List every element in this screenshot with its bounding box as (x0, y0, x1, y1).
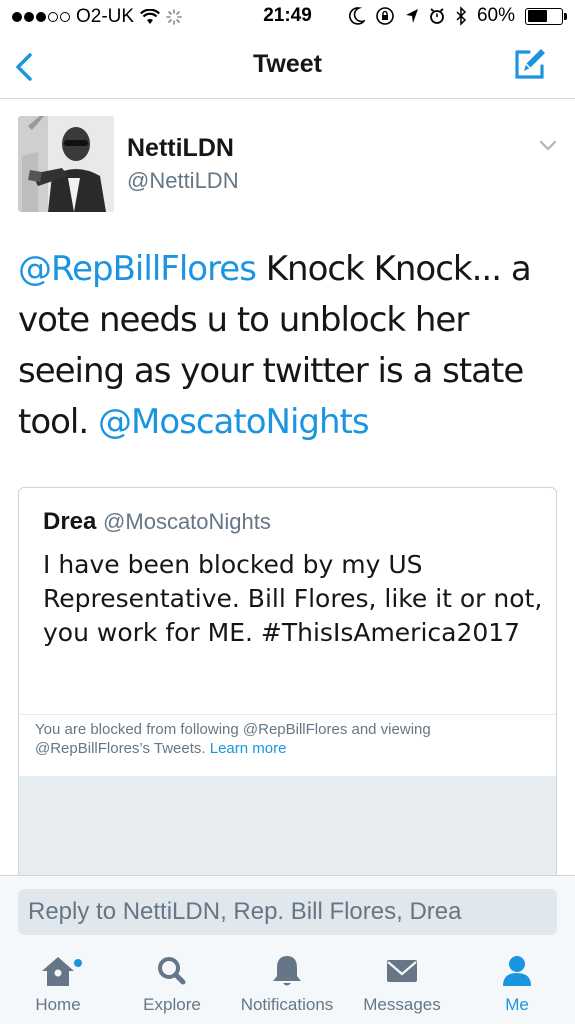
mention-link[interactable]: @RepBillFlores (18, 249, 257, 289)
tab-explore[interactable]: Explore (117, 953, 227, 1015)
compose-icon[interactable] (513, 46, 547, 82)
search-icon (158, 957, 186, 985)
rotation-lock-icon (376, 7, 394, 25)
blocked-notice: You are blocked from following @RepBillF… (35, 720, 545, 758)
tab-messages[interactable]: Messages (347, 953, 457, 1015)
alarm-icon (430, 8, 444, 24)
reply-input[interactable]: Reply to NettiLDN, Rep. Bill Flores, Dre… (18, 889, 557, 935)
quoted-tweet-card[interactable]: Drea @MoscatoNights I have been blocked … (18, 487, 557, 880)
tab-label: Explore (143, 995, 201, 1014)
quoted-tweet-text: I have been blocked by my US Representat… (43, 550, 543, 647)
quoted-author-handle: @MoscatoNights (103, 509, 271, 534)
tab-notifications[interactable]: Notifications (232, 953, 342, 1015)
avatar-image (18, 116, 114, 212)
tab-label: Notifications (240, 995, 334, 1014)
reply-bar: Reply to NettiLDN, Rep. Bill Flores, Dre… (0, 875, 575, 945)
person-icon (503, 956, 531, 986)
tab-label: Home (35, 995, 81, 1014)
battery-fill (527, 10, 547, 22)
tab-home[interactable]: Home (3, 953, 113, 1015)
page-title: Tweet (253, 50, 322, 78)
nav-bar: Tweet (0, 36, 575, 99)
bell-icon (273, 956, 301, 986)
author-display-name[interactable]: NettiLDN (127, 134, 234, 163)
bluetooth-icon (456, 6, 467, 26)
learn-more-link[interactable]: Learn more (210, 740, 287, 757)
tab-label: Messages (363, 995, 441, 1014)
home-icon (42, 957, 74, 986)
quoted-tweet-header: Drea @MoscatoNights (43, 508, 271, 536)
envelope-icon (387, 960, 417, 982)
battery-icon (525, 7, 567, 25)
quoted-media-placeholder (19, 776, 556, 879)
status-bar: O2-UK 21:49 60% (0, 0, 575, 36)
tweet-text: @RepBillFlores Knock Knock... a vote nee… (18, 244, 563, 448)
moon-icon (349, 7, 365, 25)
tab-me[interactable]: Me (462, 953, 572, 1015)
author-handle[interactable]: @NettiLDN (127, 168, 239, 194)
location-arrow-icon (405, 9, 418, 23)
quoted-divider (19, 714, 556, 715)
tab-label: Me (505, 995, 529, 1014)
battery-percent: 60% (476, 5, 515, 26)
mention-link[interactable]: @MoscatoNights (98, 402, 370, 442)
status-right: 60% (349, 5, 567, 27)
quoted-author-name: Drea (43, 508, 97, 535)
avatar[interactable] (18, 116, 114, 212)
new-content-dot (74, 959, 82, 967)
tab-bar: Home Explore Notifications Messages Me (0, 945, 575, 1024)
chevron-down-icon[interactable] (539, 140, 557, 152)
